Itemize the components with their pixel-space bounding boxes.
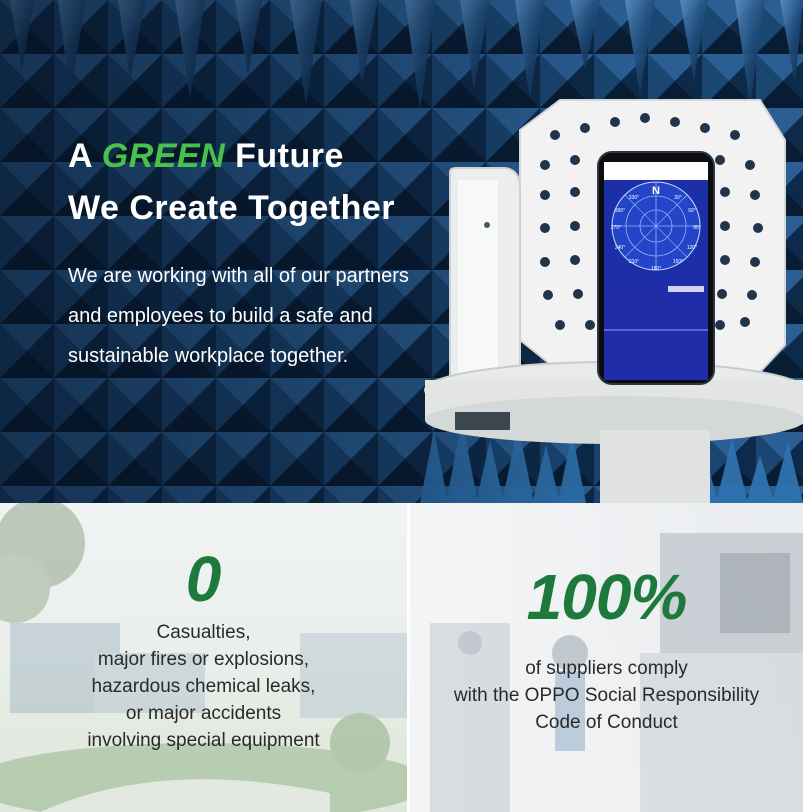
stat-value-suppliers: 100% <box>526 561 688 633</box>
page: N 330° 30° 300° 60° 270° 90° 240° 120° 2… <box>0 0 803 812</box>
hero-title-suffix: Future <box>235 137 344 175</box>
stat-card-suppliers: 100% of suppliers comply with the OPPO S… <box>410 503 803 812</box>
test-rig-illustration <box>424 99 803 503</box>
hero-banner: N 330° 30° 300° 60° 270° 90° 240° 120° 2… <box>0 0 803 503</box>
hero-title: A GREEN Future We Create Together <box>68 130 395 234</box>
stat-description-casualties: Casualties, major fires or explosions, h… <box>0 619 407 754</box>
stat-line: Code of Conduct <box>535 712 678 733</box>
hero-title-highlight: GREEN <box>101 137 226 175</box>
stat-value-casualties: 0 <box>185 543 222 615</box>
smartphone <box>597 151 715 385</box>
stat-line: involving special equipment <box>87 730 320 751</box>
stat-line: or major accidents <box>125 703 282 724</box>
stat-line: of suppliers comply <box>525 658 688 679</box>
hero-title-prefix: A <box>68 137 92 175</box>
hero-description: We are working with all of our partners … <box>68 265 409 367</box>
stat-line: with the OPPO Social Responsibility <box>453 685 760 706</box>
hero-title-line1: A GREEN Future <box>68 130 395 182</box>
stat-line: Casualties, <box>156 622 251 643</box>
stat-line: major fires or explosions, <box>97 649 310 670</box>
hero-title-line2: We Create Together <box>68 189 396 227</box>
stats-section: 0 Casualties, major fires or explosions,… <box>0 503 803 812</box>
stat-card-safety: 0 Casualties, major fires or explosions,… <box>0 503 407 812</box>
stat-description-suppliers: of suppliers comply with the OPPO Social… <box>410 655 803 736</box>
stat-line: hazardous chemical leaks, <box>91 676 316 697</box>
